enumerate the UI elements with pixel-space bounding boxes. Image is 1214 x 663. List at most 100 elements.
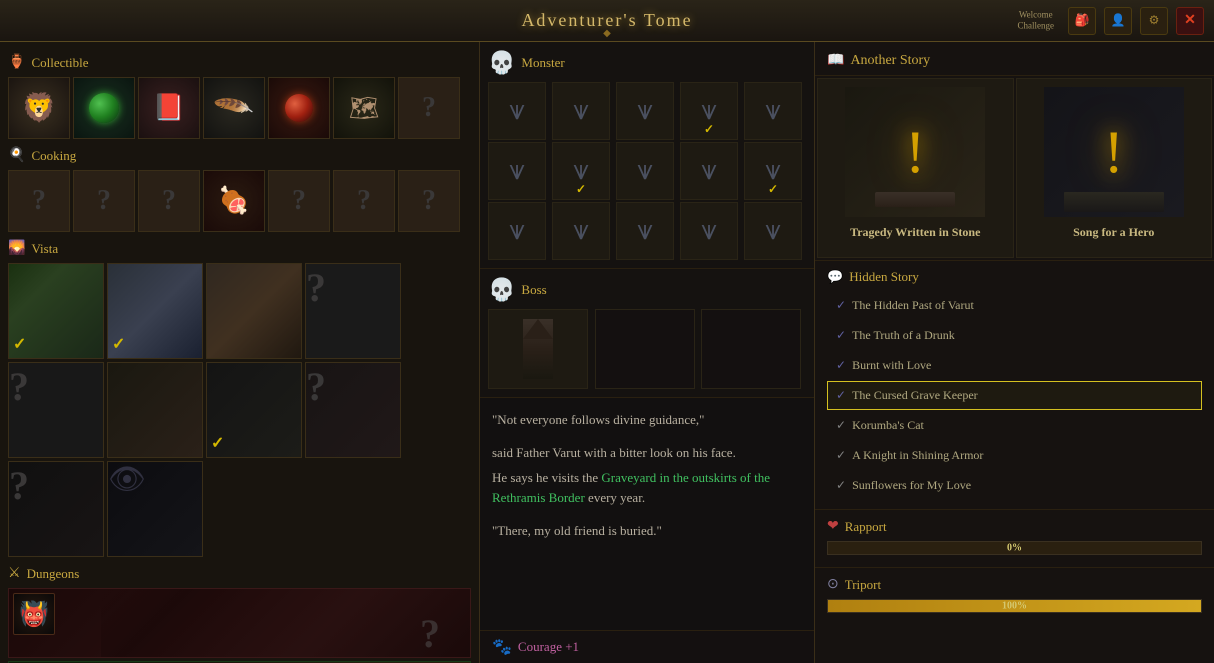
rapport-progress-label: 0%: [1007, 543, 1022, 554]
story-card-1[interactable]: ! Tragedy Written in Stone: [817, 78, 1014, 258]
monster-icon-8: ⩛: [637, 155, 653, 187]
story-item-check-6: ✓: [836, 478, 846, 493]
monster-cell-4[interactable]: ⩛ ✓: [680, 82, 738, 140]
boss-cell-3[interactable]: [701, 309, 801, 389]
collectible-item-3[interactable]: 📕: [138, 77, 200, 139]
story-visit-text: He says he visits the: [492, 470, 601, 485]
story-item-label-1: The Truth of a Drunk: [852, 328, 955, 343]
monster-cell-1[interactable]: ⩛: [488, 82, 546, 140]
monster-cell-6[interactable]: ⩛: [488, 142, 546, 200]
hidden-story-item-4[interactable]: ✓ Korumba's Cat: [827, 411, 1202, 440]
monster-icon-13: ⩛: [637, 215, 653, 247]
stone-base-1: [875, 192, 955, 207]
dungeon-item-1[interactable]: 👹 ?: [8, 588, 471, 658]
another-story-header: 📖 Another Story: [815, 42, 1214, 76]
boss-cell-2[interactable]: [595, 309, 695, 389]
cooking-item-4[interactable]: 🍖: [203, 170, 265, 232]
boss-cell-1[interactable]: [488, 309, 588, 389]
vista-q-8: ?: [306, 364, 326, 409]
vista-cell-3[interactable]: [206, 263, 302, 359]
welcome-area: WelcomeChallenge: [1018, 9, 1055, 32]
cooking-item-5[interactable]: ?: [268, 170, 330, 232]
story-item-label-0: The Hidden Past of Varut: [852, 298, 974, 313]
monster-cell-14[interactable]: ⩛: [680, 202, 738, 260]
vista-cell-10[interactable]: 👁: [107, 461, 203, 557]
dungeon-bg-1: [101, 589, 470, 657]
dungeons-icon: ⚔: [8, 565, 21, 582]
story-quote-1: "Not everyone follows divine guidance,": [492, 410, 802, 431]
hidden-story-item-6[interactable]: ✓ Sunflowers for My Love: [827, 471, 1202, 500]
hidden-story-item-2[interactable]: ✓ Burnt with Love: [827, 351, 1202, 380]
claw-icon: 🪶: [212, 87, 255, 129]
cooking-item-7[interactable]: ?: [398, 170, 460, 232]
collectible-item-4[interactable]: 🪶: [203, 77, 265, 139]
story-said: said Father Varut with a bitter look on …: [492, 443, 802, 464]
hidden-story-label: Hidden Story: [849, 269, 919, 285]
monster-cell-8[interactable]: ⩛: [616, 142, 674, 200]
vista-cell-8[interactable]: ?: [305, 362, 401, 458]
vista-cell-5[interactable]: ?: [8, 362, 104, 458]
main-container: 🏺 Collectible 🦁 📕 🪶 🗺 ?: [0, 42, 1214, 663]
monster-icon-1: ⩛: [509, 95, 525, 127]
monster-cell-2[interactable]: ⩛: [552, 82, 610, 140]
story-footer: 🐾 Courage +1: [480, 630, 814, 663]
inventory-icon-btn[interactable]: 🎒: [1068, 7, 1096, 35]
rapport-heart-icon: ❤: [827, 518, 839, 535]
monster-cell-9[interactable]: ⩛: [680, 142, 738, 200]
vista-cell-6[interactable]: [107, 362, 203, 458]
cooking-item-3[interactable]: ?: [138, 170, 200, 232]
triport-icon: ⊙: [827, 576, 839, 593]
monster-cell-15[interactable]: ⩛: [744, 202, 802, 260]
boss-label: Boss: [521, 282, 546, 298]
monster-check-7: ✓: [576, 182, 586, 197]
green-orb-icon: [89, 93, 119, 123]
collectible-item-6[interactable]: 🗺: [333, 77, 395, 139]
hidden-story-item-0[interactable]: ✓ The Hidden Past of Varut: [827, 291, 1202, 320]
monster-icon-9: ⩛: [701, 155, 717, 187]
vista-cell-9[interactable]: ?: [8, 461, 104, 557]
vista-check-1: ✓: [13, 334, 26, 354]
rapport-label: Rapport: [845, 519, 887, 535]
triport-label: Triport: [845, 577, 881, 593]
cooking-item-6[interactable]: ?: [333, 170, 395, 232]
collectible-item-7[interactable]: ?: [398, 77, 460, 139]
settings-icon-btn[interactable]: ⚙: [1140, 7, 1168, 35]
monster-cell-3[interactable]: ⩛: [616, 82, 674, 140]
vista-cell-1[interactable]: ✓: [8, 263, 104, 359]
vista-cell-2[interactable]: ✓: [107, 263, 203, 359]
hidden-story-item-3[interactable]: ✓ The Cursed Grave Keeper: [827, 381, 1202, 410]
monster-cell-5[interactable]: ⩛: [744, 82, 802, 140]
hidden-story-header: 💬 Hidden Story: [827, 269, 1202, 285]
collectible-item-5[interactable]: [268, 77, 330, 139]
collectible-item-1[interactable]: 🦁: [8, 77, 70, 139]
cooking-item-1[interactable]: ?: [8, 170, 70, 232]
cooking-item-2[interactable]: ?: [73, 170, 135, 232]
vista-q-9: ?: [9, 463, 29, 508]
red-orb-icon: [285, 94, 313, 122]
monster-cell-11[interactable]: ⩛: [488, 202, 546, 260]
triport-progress-label: 100%: [1002, 601, 1027, 612]
hidden-story-item-5[interactable]: ✓ A Knight in Shining Armor: [827, 441, 1202, 470]
cooking-food-icon: 🍖: [218, 186, 250, 216]
vista-cell-4[interactable]: ?: [305, 263, 401, 359]
monster-cell-7[interactable]: ⩛ ✓: [552, 142, 610, 200]
hidden-story-item-1[interactable]: ✓ The Truth of a Drunk: [827, 321, 1202, 350]
character-icon-btn[interactable]: 👤: [1104, 7, 1132, 35]
vista-icon: 🌄: [8, 240, 25, 257]
boss-skull-icon: 💀: [488, 277, 515, 303]
title-bar: Adventurer's Tome ◆ WelcomeChallenge 🎒 👤…: [0, 0, 1214, 42]
monster-cell-13[interactable]: ⩛: [616, 202, 674, 260]
right-panel: 📖 Another Story ! Tragedy Written in Sto…: [815, 42, 1214, 663]
vista-header: 🌄 Vista: [8, 240, 471, 257]
close-button[interactable]: ✕: [1176, 7, 1204, 35]
story-card-2[interactable]: ! Song for a Hero: [1016, 78, 1213, 258]
monster-icon-14: ⩛: [701, 215, 717, 247]
vista-cell-7[interactable]: ✓: [206, 362, 302, 458]
story-item-label-4: Korumba's Cat: [852, 418, 924, 433]
monster-cell-10[interactable]: ⩛ ✓: [744, 142, 802, 200]
monster-cell-12[interactable]: ⩛: [552, 202, 610, 260]
story-item-check-2: ✓: [836, 358, 846, 373]
collectible-item-2[interactable]: [73, 77, 135, 139]
story-text-area[interactable]: "Not everyone follows divine guidance," …: [480, 398, 814, 630]
monster-icon-11: ⩛: [509, 215, 525, 247]
